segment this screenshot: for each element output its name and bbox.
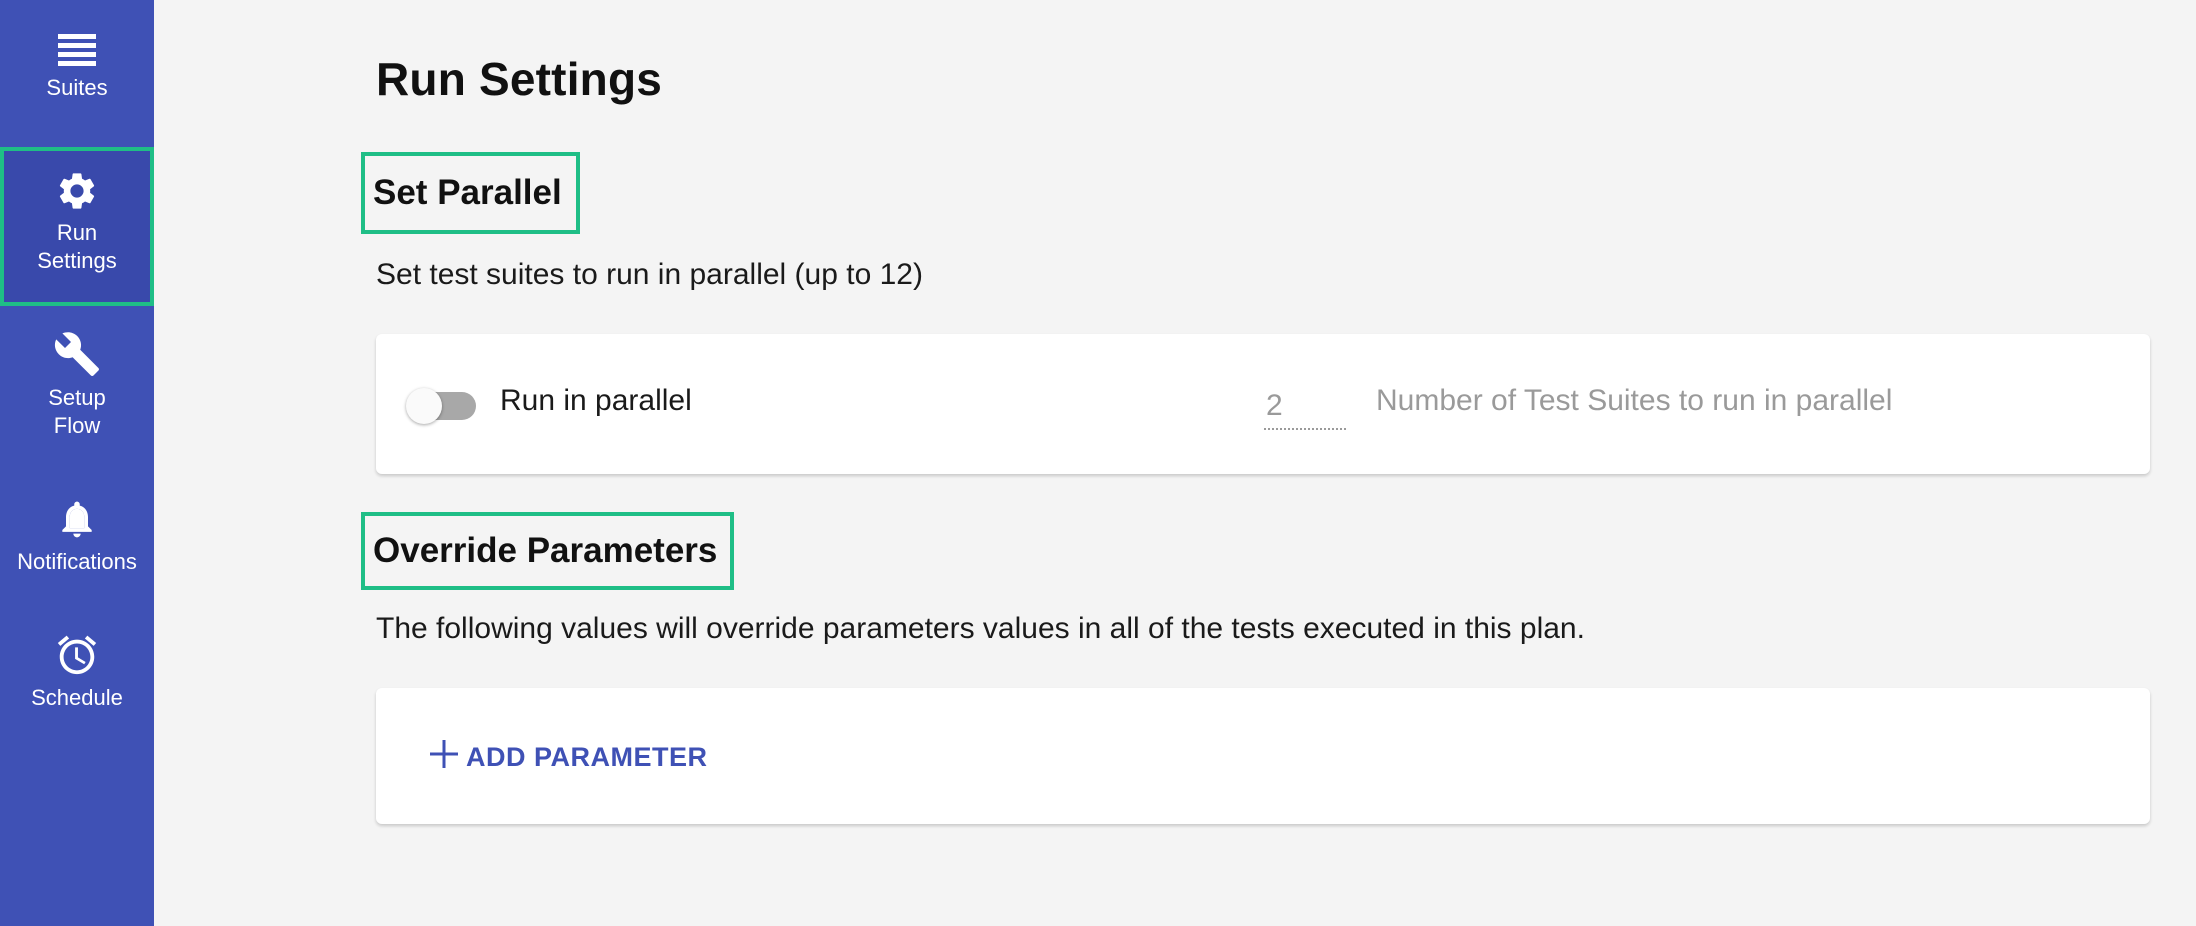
parallel-settings-card: Run in parallel Number of Test Suites to… — [376, 334, 2150, 474]
sidebar-item-notifications[interactable]: Notifications — [0, 496, 154, 576]
run-in-parallel-toggle[interactable] — [406, 388, 478, 424]
parallel-count-input[interactable] — [1264, 384, 1346, 430]
sidebar-item-label: Setup Flow — [48, 385, 106, 438]
sidebar-item-label: Suites — [46, 75, 108, 100]
wrench-icon — [53, 330, 101, 378]
plus-icon — [428, 738, 460, 777]
app-root: Suites Run Settings Setup Flow Notificat… — [0, 0, 2196, 926]
override-parameters-heading-box: Override Parameters — [361, 512, 734, 590]
set-parallel-heading: Set Parallel — [373, 173, 562, 212]
set-parallel-heading-box: Set Parallel — [361, 152, 580, 234]
sidebar-item-setup-flow[interactable]: Setup Flow — [0, 330, 154, 440]
parameters-card: ADD PARAMETER — [376, 688, 2150, 824]
alarm-clock-icon — [54, 632, 100, 678]
add-parameter-button[interactable]: ADD PARAMETER — [428, 738, 708, 777]
sidebar-item-run-settings[interactable]: Run Settings — [0, 147, 154, 306]
add-parameter-label: ADD PARAMETER — [466, 742, 708, 772]
page-title: Run Settings — [376, 53, 663, 105]
sidebar-item-schedule[interactable]: Schedule — [0, 632, 154, 712]
sidebar: Suites Run Settings Setup Flow Notificat… — [0, 0, 154, 926]
gear-icon — [55, 169, 99, 213]
run-in-parallel-label: Run in parallel — [500, 384, 692, 417]
sidebar-item-suites[interactable]: Suites — [0, 32, 154, 102]
toggle-thumb — [406, 388, 442, 424]
sidebar-item-label: Run Settings — [37, 220, 117, 273]
sidebar-item-label: Notifications — [17, 549, 137, 574]
parallel-count-helper: Number of Test Suites to run in parallel — [1376, 384, 1893, 417]
bell-icon — [55, 496, 99, 542]
sidebar-item-label: Schedule — [31, 685, 123, 710]
override-parameters-description: The following values will override param… — [376, 612, 1585, 645]
main-content: Run Settings Set Parallel Set test suite… — [154, 0, 2196, 926]
set-parallel-description: Set test suites to run in parallel (up t… — [376, 258, 923, 291]
override-parameters-heading: Override Parameters — [373, 531, 718, 570]
list-icon — [57, 32, 97, 68]
